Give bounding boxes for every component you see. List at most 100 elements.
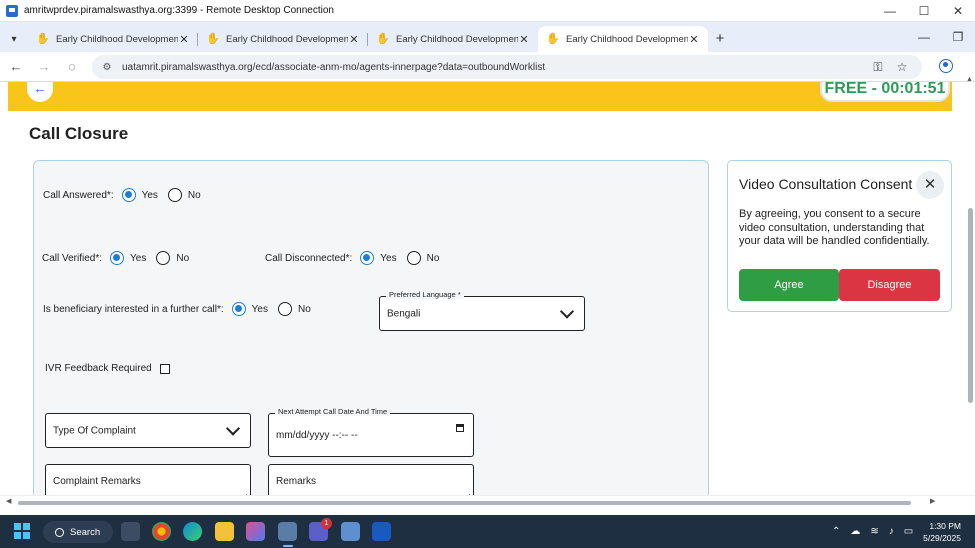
- next-attempt-datetime-input[interactable]: Next Attempt Call Date And Time mm/dd/yy…: [268, 407, 474, 457]
- tab-label: Early Childhood Development: [56, 33, 178, 45]
- preferred-language-label: Preferred Language *: [386, 290, 464, 299]
- word-icon[interactable]: [372, 522, 391, 541]
- site-settings-icon[interactable]: ⚙: [96, 62, 118, 73]
- radio-selected-icon[interactable]: [231, 302, 246, 316]
- close-icon[interactable]: ✕: [916, 171, 944, 199]
- browser-restore-button[interactable]: ❐: [941, 30, 975, 44]
- further-call-yes[interactable]: Yes: [231, 302, 268, 316]
- new-tab-button[interactable]: +: [708, 26, 732, 52]
- complaint-type-select[interactable]: Type Of Complaint: [45, 413, 251, 448]
- video-consent-text: By agreeing, you consent to a secure vid…: [739, 208, 930, 247]
- vertical-scrollbar[interactable]: ▲: [952, 76, 975, 495]
- file-explorer-icon[interactable]: [215, 522, 234, 541]
- call-answered-row: Call Answered*: Yes No: [43, 188, 211, 202]
- tab-label: Early Childhood Development: [396, 33, 518, 45]
- hand-favicon-icon: ✋: [206, 33, 220, 45]
- battery-icon[interactable]: ▭: [904, 526, 913, 537]
- profile-icon[interactable]: [939, 59, 953, 73]
- wifi-icon[interactable]: ≋: [870, 526, 878, 537]
- task-view-icon[interactable]: [121, 522, 140, 541]
- url-text[interactable]: uatamrit.piramalswasthya.org/ecd/associa…: [122, 62, 866, 73]
- minimize-button[interactable]: —: [873, 0, 907, 22]
- scroll-left-icon[interactable]: ◀: [6, 497, 11, 505]
- bookmark-star-icon[interactable]: ☆: [890, 60, 914, 75]
- further-call-no[interactable]: No: [277, 302, 311, 316]
- remote-desktop-taskbar-icon[interactable]: [278, 522, 297, 547]
- calendar-icon[interactable]: [456, 424, 464, 432]
- call-disconnected-yes[interactable]: Yes: [360, 251, 397, 265]
- browser-tab[interactable]: ✋ Early Childhood Development ✕: [28, 26, 198, 52]
- scroll-up-icon[interactable]: ▲: [966, 76, 973, 83]
- disagree-button[interactable]: Disagree: [839, 269, 940, 301]
- tab-close-icon[interactable]: ✕: [518, 33, 530, 46]
- taskbar-search[interactable]: Search: [43, 521, 113, 543]
- radio-icon[interactable]: [277, 302, 292, 316]
- chrome-icon[interactable]: [152, 522, 171, 541]
- option-label: Yes: [380, 252, 397, 264]
- ivr-feedback-checkbox[interactable]: [159, 363, 170, 374]
- back-arrow-icon[interactable]: ←: [4, 59, 28, 74]
- call-disconnected-no[interactable]: No: [406, 251, 439, 265]
- next-attempt-label: Next Attempt Call Date And Time: [275, 407, 391, 416]
- scroll-right-icon[interactable]: ▶: [930, 497, 935, 505]
- complaint-remarks-textarea[interactable]: Complaint Remarks: [45, 464, 251, 495]
- browser-minimize-button[interactable]: —: [907, 30, 941, 44]
- edge-icon[interactable]: [183, 522, 202, 541]
- search-label: Search: [70, 526, 101, 538]
- radio-icon[interactable]: [156, 251, 171, 265]
- notepad-icon[interactable]: [341, 522, 360, 541]
- microsoft-365-icon[interactable]: [246, 522, 265, 541]
- taskbar-clock[interactable]: 1:30 PM 5/29/2025: [923, 520, 961, 544]
- radio-selected-icon[interactable]: [360, 251, 375, 265]
- vertical-scroll-thumb[interactable]: [968, 208, 973, 403]
- call-verified-yes[interactable]: Yes: [110, 251, 146, 265]
- browser-tab-active[interactable]: ✋ Early Childhood Development ✕: [538, 26, 708, 52]
- next-attempt-value: mm/dd/yyyy --:-- --: [276, 430, 358, 441]
- loading-spinner-icon[interactable]: ◌: [60, 59, 84, 74]
- password-key-icon[interactable]: ⚿: [866, 60, 890, 75]
- back-arrow-button[interactable]: ←: [27, 82, 53, 102]
- browser-tab[interactable]: ✋ Early Childhood Development ✕: [368, 26, 538, 52]
- call-answered-yes[interactable]: Yes: [121, 188, 158, 202]
- page-title: Call Closure: [29, 124, 129, 143]
- browser-tab-strip: ▾ ✋ Early Childhood Development ✕ ✋ Earl…: [0, 22, 975, 52]
- search-icon: [55, 527, 64, 537]
- call-answered-no[interactable]: No: [167, 188, 201, 202]
- system-tray: ⌃ ☁ ≋ ♪ ▭ 1:30 PM 5/29/2025: [832, 515, 975, 548]
- volume-icon[interactable]: ♪: [889, 526, 894, 537]
- url-bar[interactable]: ⚙ uatamrit.piramalswasthya.org/ecd/assoc…: [92, 55, 922, 79]
- option-label: No: [297, 303, 311, 315]
- page-viewport: ← FREE - 00:01:51 Call Closure Call Answ…: [8, 82, 952, 495]
- hand-favicon-icon: ✋: [546, 33, 560, 45]
- clock-time: 1:30 PM: [929, 520, 961, 531]
- radio-icon[interactable]: [406, 251, 421, 265]
- preferred-language-select[interactable]: Preferred Language * Bengali: [379, 290, 585, 331]
- further-call-label: Is beneficiary interested in a further c…: [43, 303, 224, 315]
- remarks-textarea[interactable]: Remarks: [268, 464, 474, 495]
- radio-selected-icon[interactable]: [121, 188, 136, 202]
- horizontal-scrollbar[interactable]: ◀ ▶: [0, 495, 975, 515]
- chevron-up-icon[interactable]: ⌃: [832, 526, 840, 537]
- tab-close-icon[interactable]: ✕: [348, 33, 360, 46]
- call-closure-form: Call Answered*: Yes No Call Verified*: Y…: [33, 160, 709, 495]
- tab-label: Early Childhood Development: [226, 33, 348, 45]
- windows-start-icon[interactable]: [14, 523, 30, 539]
- address-bar-row: ← → ◌ ⚙ uatamrit.piramalswasthya.org/ecd…: [0, 52, 975, 82]
- call-verified-no[interactable]: No: [156, 251, 189, 265]
- tab-search-button[interactable]: ▾: [0, 26, 28, 52]
- call-disconnected-label: Call Disconnected*:: [265, 252, 353, 264]
- radio-icon[interactable]: [167, 188, 182, 202]
- tab-close-icon[interactable]: ✕: [178, 33, 190, 46]
- cloud-icon[interactable]: ☁: [850, 526, 860, 537]
- close-button[interactable]: ✕: [941, 0, 975, 22]
- agree-button[interactable]: Agree: [739, 269, 839, 301]
- complaint-remarks-placeholder: Complaint Remarks: [53, 476, 141, 487]
- maximize-button[interactable]: ☐: [907, 0, 941, 22]
- video-consent-title: Video Consultation Consent: [739, 176, 913, 192]
- teams-icon[interactable]: 1: [309, 518, 332, 541]
- tab-close-icon[interactable]: ✕: [688, 33, 700, 46]
- horizontal-scroll-thumb[interactable]: [18, 501, 911, 505]
- radio-selected-icon[interactable]: [110, 251, 125, 265]
- browser-tab[interactable]: ✋ Early Childhood Development ✕: [198, 26, 368, 52]
- forward-arrow-icon[interactable]: →: [32, 59, 56, 74]
